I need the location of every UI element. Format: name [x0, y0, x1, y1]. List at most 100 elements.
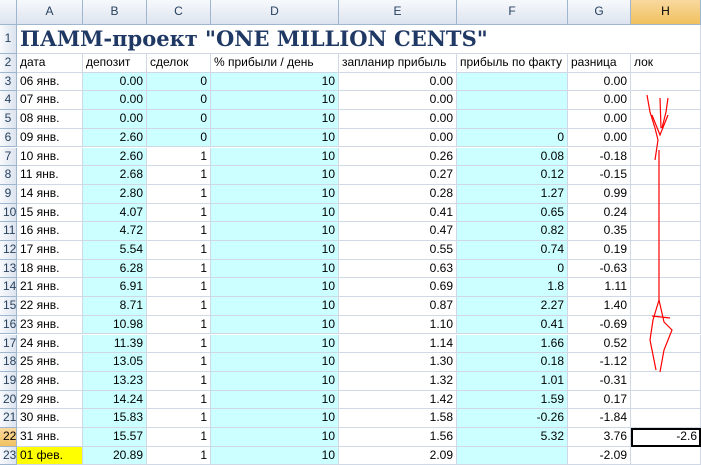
cell-g7[interactable]: -0.18	[568, 147, 631, 167]
cell-e10[interactable]: 0.41	[339, 203, 457, 223]
row-header-2[interactable]: 2	[0, 54, 17, 73]
cell-e15[interactable]: 0.87	[339, 297, 457, 316]
cell-c15[interactable]: 1	[147, 297, 211, 316]
cell-a14[interactable]: 21 янв.	[17, 278, 83, 298]
row-header-11[interactable]: 11	[0, 222, 17, 241]
cell-g17[interactable]: 0.52	[568, 334, 631, 354]
cell-g18[interactable]: -1.12	[568, 353, 631, 372]
cell-g15[interactable]: 1.40	[568, 297, 631, 316]
cell-f5[interactable]	[457, 110, 568, 129]
cell-e4[interactable]: 0.00	[339, 91, 457, 111]
cell-g5[interactable]: 0.00	[568, 110, 631, 129]
cell-c12[interactable]: 1	[147, 241, 211, 260]
cell-e20[interactable]: 1.42	[339, 390, 457, 410]
cell-d23[interactable]: 10	[211, 446, 339, 465]
cell-a17[interactable]: 24 янв.	[17, 334, 83, 354]
cell-a3[interactable]: 06 янв.	[17, 72, 83, 92]
cell-a5[interactable]: 08 янв.	[17, 110, 83, 129]
cell-f8[interactable]: 0.12	[457, 166, 568, 185]
cell-g8[interactable]: -0.15	[568, 166, 631, 185]
cell-h10[interactable]	[631, 203, 701, 223]
column-header-b[interactable]: B	[83, 0, 147, 25]
cell-e5[interactable]: 0.00	[339, 110, 457, 129]
cell-a22[interactable]: 31 янв.	[17, 428, 83, 447]
row-header-4[interactable]: 4	[0, 91, 17, 111]
cell-h15[interactable]	[631, 297, 701, 316]
row-header-13[interactable]: 13	[0, 259, 17, 279]
column-header-a[interactable]: A	[17, 0, 83, 25]
cell-d11[interactable]: 10	[211, 222, 339, 241]
cell-b19[interactable]: 13.23	[83, 371, 147, 391]
cell-a9[interactable]: 14 янв.	[17, 184, 83, 204]
cell-c19[interactable]: 1	[147, 371, 211, 391]
cell-h18[interactable]	[631, 353, 701, 372]
cell-d12[interactable]: 10	[211, 241, 339, 260]
cell-c22[interactable]: 1	[147, 428, 211, 447]
cell-g22[interactable]: 3.76	[568, 428, 631, 447]
cell-a11[interactable]: 16 янв.	[17, 222, 83, 241]
cell-a21[interactable]: 30 янв.	[17, 409, 83, 428]
cell-h1[interactable]	[631, 25, 701, 54]
cell-h20[interactable]	[631, 390, 701, 410]
cell-e21[interactable]: 1.58	[339, 409, 457, 428]
cell-g3[interactable]: 0.00	[568, 72, 631, 92]
cell-a18[interactable]: 25 янв.	[17, 353, 83, 372]
cell-b22[interactable]: 15.57	[83, 428, 147, 447]
cell-h5[interactable]	[631, 110, 701, 129]
cell-h7[interactable]	[631, 147, 701, 167]
cell-a10[interactable]: 15 янв.	[17, 203, 83, 223]
row-header-17[interactable]: 17	[0, 334, 17, 354]
column-title-8[interactable]: лок	[631, 54, 701, 73]
column-title-5[interactable]: запланир прибыль	[339, 54, 457, 73]
cell-h14[interactable]	[631, 278, 701, 298]
cell-c14[interactable]: 1	[147, 278, 211, 298]
cell-h19[interactable]	[631, 371, 701, 391]
cell-c18[interactable]: 1	[147, 353, 211, 372]
row-header-10[interactable]: 10	[0, 203, 17, 223]
column-title-3[interactable]: сделок	[147, 54, 211, 73]
cell-f9[interactable]: 1.27	[457, 184, 568, 204]
column-header-g[interactable]: G	[568, 0, 631, 25]
row-header-12[interactable]: 12	[0, 241, 17, 260]
cell-c9[interactable]: 1	[147, 184, 211, 204]
cell-c17[interactable]: 1	[147, 334, 211, 354]
row-header-15[interactable]: 15	[0, 297, 17, 316]
cell-d8[interactable]: 10	[211, 166, 339, 185]
cell-f3[interactable]	[457, 72, 568, 92]
cell-d19[interactable]: 10	[211, 371, 339, 391]
column-header-e[interactable]: E	[339, 0, 457, 25]
cell-a13[interactable]: 18 янв.	[17, 259, 83, 279]
cell-h12[interactable]	[631, 241, 701, 260]
row-header-8[interactable]: 8	[0, 166, 17, 185]
cell-b3[interactable]: 0.00	[83, 72, 147, 92]
cell-a20[interactable]: 29 янв.	[17, 390, 83, 410]
column-title-6[interactable]: прибыль по факту	[457, 54, 568, 73]
cell-c6[interactable]: 0	[147, 128, 211, 148]
cell-c21[interactable]: 1	[147, 409, 211, 428]
row-header-6[interactable]: 6	[0, 128, 17, 148]
select-all-corner[interactable]	[0, 0, 17, 25]
cell-e22[interactable]: 1.56	[339, 428, 457, 447]
cell-e16[interactable]: 1.10	[339, 315, 457, 335]
cell-a19[interactable]: 28 янв.	[17, 371, 83, 391]
cell-b6[interactable]: 2.60	[83, 128, 147, 148]
row-header-16[interactable]: 16	[0, 315, 17, 335]
cell-h13[interactable]	[631, 259, 701, 279]
cell-h9[interactable]	[631, 184, 701, 204]
cell-g11[interactable]: 0.35	[568, 222, 631, 241]
cell-a8[interactable]: 11 янв.	[17, 166, 83, 185]
column-header-c[interactable]: C	[147, 0, 211, 25]
cell-b7[interactable]: 2.60	[83, 147, 147, 167]
cell-b15[interactable]: 8.71	[83, 297, 147, 316]
cell-a4[interactable]: 07 янв.	[17, 91, 83, 111]
cell-d14[interactable]: 10	[211, 278, 339, 298]
cell-c3[interactable]: 0	[147, 72, 211, 92]
cell-b14[interactable]: 6.91	[83, 278, 147, 298]
cell-a23[interactable]: 01 фев.	[17, 446, 83, 465]
cell-f17[interactable]: 1.66	[457, 334, 568, 354]
cell-d16[interactable]: 10	[211, 315, 339, 335]
cell-c8[interactable]: 1	[147, 166, 211, 185]
cell-b20[interactable]: 14.24	[83, 390, 147, 410]
cell-h16[interactable]	[631, 315, 701, 335]
cell-e19[interactable]: 1.32	[339, 371, 457, 391]
